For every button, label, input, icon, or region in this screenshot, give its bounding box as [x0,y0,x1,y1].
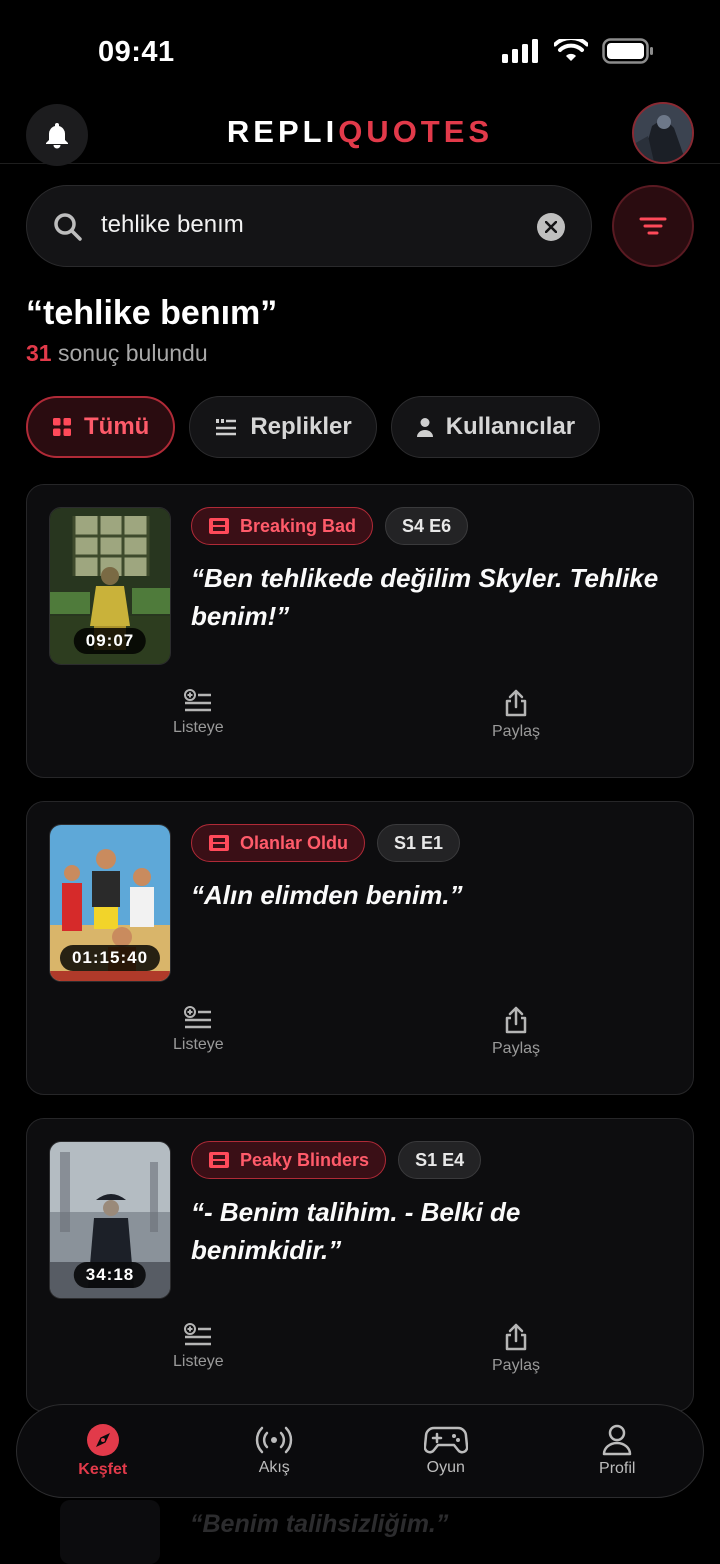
clear-search-button[interactable] [537,213,565,241]
episode-tag: S1 E4 [398,1141,482,1179]
add-to-list-button[interactable]: Listeye [173,689,224,737]
results-count-number: 31 [26,340,52,366]
episode-thumbnail[interactable]: 01:15:40 [49,824,171,982]
share-icon [505,1006,527,1034]
logo-text-white: REPLI [226,114,339,149]
share-icon [505,689,527,717]
film-icon [209,1152,229,1168]
filter-icon [639,217,667,235]
share-label: Paylaş [492,1040,541,1057]
episode-thumbnail[interactable]: 34:18 [49,1141,171,1299]
add-to-list-label: Listeye [173,1353,224,1370]
nav-discover-label: Keşfet [78,1461,128,1478]
tab-users-label: Kullanıcılar [445,413,576,440]
timecode-badge: 01:15:40 [59,945,161,971]
user-icon [603,1424,632,1456]
app-logo: REPLIQUOTES [0,114,720,150]
add-to-list-icon [184,689,212,712]
add-to-list-button[interactable]: Listeye [173,1006,224,1054]
wifi-icon [554,39,588,61]
logo-text-red: QUOTES [338,114,494,149]
show-tag[interactable]: Breaking Bad [191,507,374,545]
cellular-signal-icon [502,39,538,63]
user-icon [416,418,433,437]
nav-feed[interactable]: Akış [214,1425,334,1477]
nav-profile[interactable]: Profil [557,1424,677,1478]
show-name: Olanlar Oldu [240,832,349,853]
quote-card[interactable]: 01:15:40 Olanlar Oldu S1 E1 “Alın elimde… [26,801,694,1095]
search-bar[interactable]: tehlike benım [26,185,592,267]
nav-feed-label: Akış [258,1459,290,1476]
show-name: Peaky Blinders [240,1149,370,1170]
compass-icon [86,1424,119,1456]
card-tags: Olanlar Oldu S1 E1 [191,824,461,862]
film-icon [209,518,229,534]
show-tag[interactable]: Peaky Blinders [191,1141,387,1179]
share-icon [505,1323,527,1351]
tab-all[interactable]: Tümü [26,396,176,458]
quote-card[interactable]: 09:07 Breaking Bad S4 E6 “Ben tehlikede … [26,484,694,778]
add-to-list-button[interactable]: Listeye [173,1323,224,1371]
grid-icon [53,418,71,436]
nav-discover[interactable]: Keşfet [43,1423,163,1479]
share-button[interactable]: Paylaş [492,1323,540,1375]
gamepad-icon [423,1426,468,1454]
share-button[interactable]: Paylaş [492,689,540,741]
add-to-list-icon [184,1006,212,1029]
card-tags: Breaking Bad S4 E6 [191,507,469,545]
battery-icon [602,38,653,64]
next-card-thumbnail [60,1500,160,1564]
add-to-list-icon [184,1323,212,1346]
bottom-navigation: Keşfet Akış Oyun Profil [16,1404,704,1498]
quote-lines-icon [216,419,237,436]
share-label: Paylaş [492,1357,541,1374]
search-input[interactable]: tehlike benım [101,211,244,239]
quote-text: “- Benim talihim. - Belki de benimkidir.… [191,1197,521,1265]
results-query-title: “tehlike benım” [26,294,278,332]
filter-tabs: Tümü Replikler Kullanıcılar [26,396,601,458]
episode-tag: S1 E1 [377,824,461,862]
quote-text: “Ben tehlikede değilim Skyler. Tehlike b… [191,563,659,631]
show-tag[interactable]: Olanlar Oldu [191,824,366,862]
filter-button[interactable] [612,185,694,267]
tab-users[interactable]: Kullanıcılar [390,396,601,458]
timecode-badge: 09:07 [73,628,147,654]
nav-game[interactable]: Oyun [386,1425,506,1477]
status-bar: 09:41 [0,0,720,100]
timecode-badge: 34:18 [73,1262,147,1288]
profile-avatar[interactable] [632,102,694,164]
card-tags: Peaky Blinders S1 E4 [191,1141,482,1179]
results-count-suffix: sonuç bulundu [51,340,208,366]
next-card-quote: “Benim talihsizliğim.” [190,1510,449,1538]
app-header: REPLIQUOTES [0,100,720,166]
nav-profile-label: Profil [599,1460,636,1477]
quote-text: “Alın elimden benim.” [191,880,463,910]
avatar-image [634,104,692,162]
add-to-list-label: Listeye [173,719,224,736]
episode-thumbnail[interactable]: 09:07 [49,507,171,665]
nav-game-label: Oyun [426,1459,465,1476]
show-name: Breaking Bad [240,515,357,536]
results-count: 31 sonuç bulundu [26,340,208,367]
tab-quotes[interactable]: Replikler [189,396,377,458]
search-icon [54,213,82,241]
tab-all-label: Tümü [84,413,150,440]
share-label: Paylaş [492,723,541,740]
add-to-list-label: Listeye [173,1036,224,1053]
share-button[interactable]: Paylaş [492,1006,540,1058]
episode-tag: S4 E6 [385,507,469,545]
close-icon [545,221,557,233]
tab-quotes-label: Replikler [250,413,352,440]
status-icons [502,38,654,64]
broadcast-icon [256,1426,293,1454]
quote-card[interactable]: 34:18 Peaky Blinders S1 E4 “- Benim tali… [26,1118,694,1412]
status-time: 09:41 [98,36,175,68]
film-icon [209,835,229,851]
